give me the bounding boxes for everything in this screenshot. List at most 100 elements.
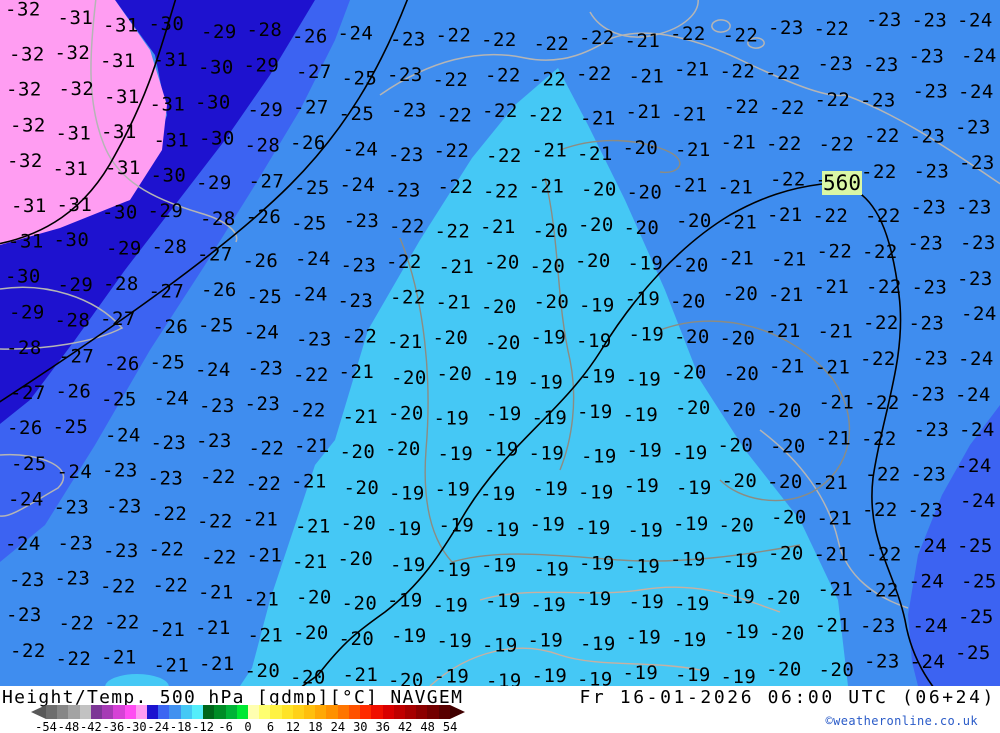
temp-label: -20 [581, 179, 617, 201]
temp-label: -22 [531, 69, 567, 91]
colorbar-tick-label: -30 [124, 720, 147, 733]
colorbar-tick-label: 12 [285, 720, 301, 733]
temp-label: -19 [724, 621, 760, 643]
colorbar-tick-label: 18 [308, 720, 323, 733]
temp-label: -22 [861, 428, 897, 450]
temp-label: -20 [724, 363, 760, 385]
temp-label: -22 [59, 613, 95, 635]
temp-label: -21 [675, 139, 711, 161]
colorbar-tick-label: 30 [353, 720, 368, 733]
temp-label: -21 [817, 508, 853, 530]
temp-label: -24 [343, 139, 379, 161]
temp-label: -21 [291, 471, 327, 493]
temp-label: -19 [434, 407, 470, 429]
temp-label: -25 [53, 416, 89, 438]
temp-label: -19 [579, 553, 615, 575]
temp-label: -23 [55, 568, 91, 590]
temp-label: -22 [482, 100, 518, 122]
colorbar-tick-label: 54 [442, 720, 458, 733]
temp-label: -23 [148, 467, 184, 489]
temp-label: -19 [486, 670, 522, 686]
colorbar-cell [416, 705, 428, 719]
temp-label: -22 [819, 133, 855, 155]
temp-label: -32 [9, 43, 45, 65]
temp-label: -22 [149, 539, 185, 561]
temp-label: -29 [196, 172, 232, 194]
colorbar-cell [405, 705, 417, 719]
temp-label: -20 [671, 362, 707, 384]
temp-label: -32 [7, 150, 43, 172]
temp-label: -21 [814, 543, 850, 565]
temp-label: -22 [104, 611, 140, 633]
temp-label: -20 [339, 628, 375, 650]
temp-label: -25 [150, 352, 186, 374]
temp-label: -19 [386, 518, 422, 540]
colorbar-cell [348, 705, 361, 719]
temp-label: -24 [958, 81, 994, 103]
temp-label: -27 [296, 61, 332, 83]
temp-label: -22 [485, 65, 521, 87]
temp-label: -22 [770, 168, 806, 190]
temp-label: -23 [196, 430, 232, 452]
temp-label: -23 [106, 496, 142, 518]
temp-label: -19 [391, 625, 427, 647]
temp-label: -32 [5, 0, 41, 20]
colorbar-tick-label: 6 [266, 720, 275, 733]
temp-label: -23 [102, 460, 138, 482]
temp-label: -19 [673, 513, 709, 535]
colorbar-cell [90, 705, 103, 719]
temp-label: -28 [245, 135, 281, 157]
temp-label: -23 [338, 290, 374, 312]
temp-label: -19 [434, 666, 470, 686]
colorbar-cell [146, 705, 159, 719]
temp-label: -22 [293, 364, 329, 386]
temp-label: -22 [860, 348, 896, 370]
temp-label: -20 [533, 220, 569, 242]
temp-label: -21 [247, 544, 283, 566]
temp-label: -21 [769, 355, 805, 377]
temp-label: -22 [863, 579, 899, 601]
temp-label: -20 [769, 623, 805, 645]
temp-label: -22 [866, 276, 902, 298]
colorbar-cell [68, 705, 80, 719]
temp-label: -21 [813, 472, 849, 494]
temp-label: -24 [913, 615, 949, 637]
temp-label: -21 [629, 65, 665, 87]
temp-label: -23 [151, 432, 187, 454]
temp-label: -32 [10, 115, 46, 137]
temp-label: -21 [771, 248, 807, 270]
colorbar-cell [79, 705, 91, 719]
temp-label: -22 [813, 205, 849, 227]
temp-label: -22 [246, 473, 282, 495]
temp-label: -28 [103, 273, 139, 295]
temp-label: -20 [484, 252, 520, 274]
temp-label: -29 [106, 237, 142, 259]
temp-label: -31 [8, 230, 44, 252]
colorbar-tick-label: -48 [57, 720, 80, 733]
temp-label: -23 [913, 348, 949, 370]
temp-label: -19 [531, 594, 567, 616]
temp-label: -22 [389, 215, 425, 237]
temp-label: -28 [152, 236, 188, 258]
temp-label: -22 [436, 24, 472, 46]
temp-label: -22 [435, 220, 471, 242]
temp-label: -24 [910, 651, 946, 673]
temp-label: -19 [437, 630, 473, 652]
temp-label: -21 [819, 392, 855, 414]
temp-label: -21 [818, 579, 854, 601]
valid-time: Fr 16-01-2026 06:00 UTC (06+24) [579, 687, 996, 708]
temp-label: -23 [103, 540, 139, 562]
temp-label: -21 [243, 508, 279, 530]
temp-label: -20 [674, 326, 710, 348]
temp-label: -22 [866, 543, 902, 565]
colorbar-cell [360, 705, 372, 719]
temp-label: -21 [150, 619, 186, 641]
temp-label: -22 [201, 546, 237, 568]
temp-label: -20 [819, 659, 855, 681]
temp-label: -22 [724, 96, 760, 118]
temp-label: -19 [433, 594, 469, 616]
temp-label: -24 [959, 419, 995, 441]
temp-label: -19 [528, 630, 564, 652]
temp-label: -21 [294, 435, 330, 457]
temp-label: -23 [9, 569, 45, 591]
